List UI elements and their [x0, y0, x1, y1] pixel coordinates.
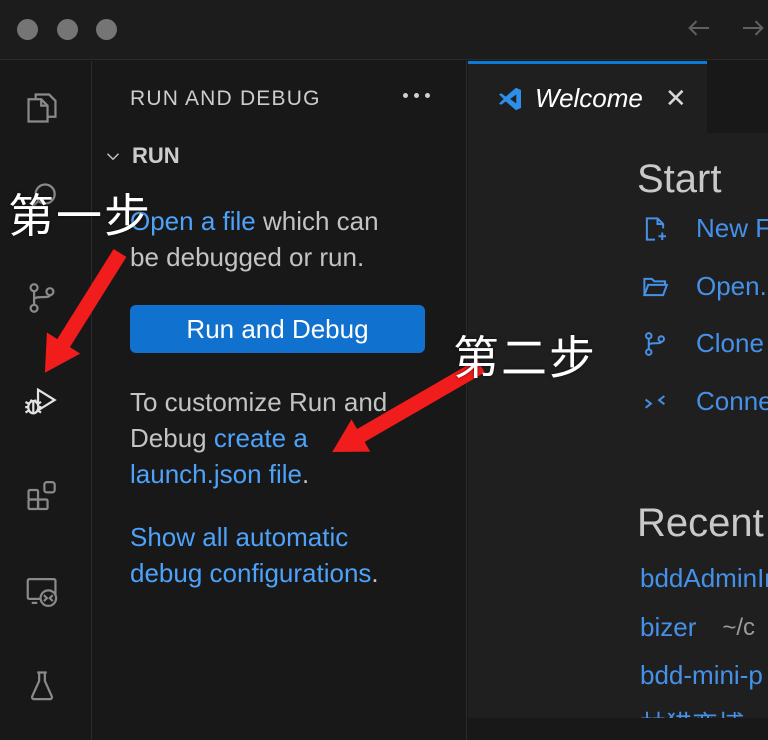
traffic-light-maximize[interactable]	[96, 19, 117, 40]
remote-connect-icon	[640, 387, 670, 417]
step2-annotation: 第二步	[453, 322, 597, 388]
launch-json-file-link[interactable]: launch.json file	[130, 459, 302, 489]
debug-configurations-link[interactable]: debug configurations	[130, 558, 371, 588]
testing-beaker-icon[interactable]	[23, 667, 61, 705]
tab-welcome[interactable]: Welcome ✕	[468, 61, 707, 133]
customize-hint-text: To customize Run andDebug create alaunch…	[130, 384, 440, 492]
editor-bottom-strip	[468, 718, 768, 740]
step1-annotation: 第一步	[8, 180, 152, 246]
chevron-down-icon	[102, 145, 124, 167]
start-item-new-file[interactable]: New F	[640, 213, 768, 244]
start-item-label: New F	[696, 213, 768, 244]
start-item-clone[interactable]: Clone	[640, 328, 764, 359]
welcome-page: Start New F Open	[468, 133, 768, 718]
run-and-debug-panel: RUN AND DEBUG RUN Open a file which canb…	[92, 61, 467, 740]
traffic-light-minimize[interactable]	[57, 19, 78, 40]
more-actions-icon[interactable]	[403, 93, 430, 98]
run-and-debug-button[interactable]: Run and Debug	[130, 305, 425, 353]
extensions-icon[interactable]	[23, 475, 61, 513]
new-file-icon	[640, 214, 670, 244]
start-item-label: Conne	[696, 386, 768, 417]
recent-item[interactable]: bizer ~/c	[640, 612, 755, 643]
folder-open-icon	[640, 272, 670, 302]
vscode-logo-icon	[495, 84, 525, 114]
start-item-connect[interactable]: Conne	[640, 386, 768, 417]
run-section-label: RUN	[132, 143, 180, 169]
run-section-header[interactable]: RUN	[102, 143, 180, 169]
git-branch-icon	[640, 329, 670, 359]
vscode-window: RUN AND DEBUG RUN Open a file which canb…	[0, 0, 768, 740]
tab-close-icon[interactable]: ✕	[665, 83, 687, 114]
nav-back-icon[interactable]	[684, 13, 714, 43]
titlebar	[0, 0, 768, 60]
source-control-icon[interactable]	[23, 279, 61, 317]
run-and-debug-icon[interactable]	[23, 381, 61, 419]
start-heading: Start	[637, 157, 721, 202]
show-automatic-configs-text: Show all automaticdebug configurations.	[130, 519, 440, 591]
activity-bar	[0, 61, 92, 740]
remote-explorer-icon[interactable]	[23, 572, 61, 610]
recent-item[interactable]: 林猎变博	[640, 705, 744, 718]
recent-item[interactable]: bdd-mini-p	[640, 660, 768, 691]
recent-item[interactable]: bddAdminIn	[640, 563, 768, 594]
panel-title: RUN AND DEBUG	[130, 87, 321, 111]
editor-group: Welcome ✕ Start New F	[468, 61, 768, 740]
start-item-open[interactable]: Open.	[640, 271, 767, 302]
show-all-automatic-link[interactable]: Show all automatic	[130, 522, 348, 552]
open-file-hint-text: Open a file which canbe debugged or run.	[130, 203, 440, 275]
traffic-light-close[interactable]	[17, 19, 38, 40]
explorer-icon[interactable]	[23, 89, 61, 127]
nav-forward-icon[interactable]	[738, 13, 768, 43]
start-item-label: Clone	[696, 328, 764, 359]
create-launch-json-link[interactable]: create a	[214, 423, 308, 453]
tab-strip: Welcome ✕	[468, 61, 768, 133]
tab-label: Welcome	[535, 83, 643, 114]
recent-heading: Recent	[637, 501, 764, 546]
start-item-label: Open.	[696, 271, 767, 302]
